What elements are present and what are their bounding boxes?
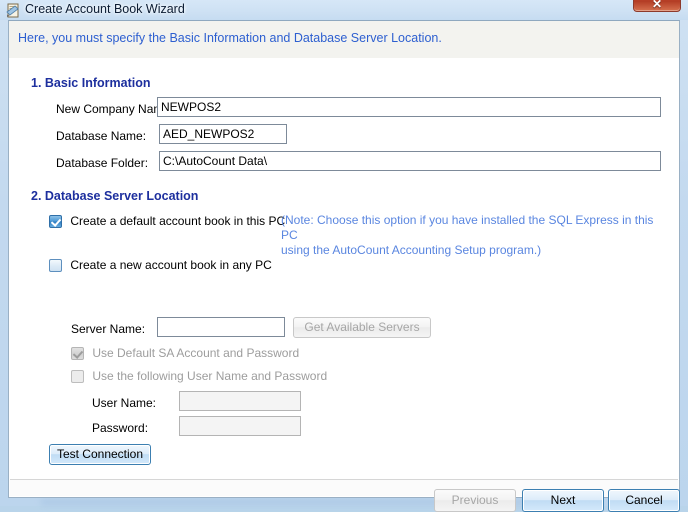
checkbox-use-following-credentials: Use the following User Name and Password: [71, 369, 327, 383]
server-name-input[interactable]: [157, 317, 285, 337]
new-company-name-input[interactable]: [157, 97, 661, 117]
cancel-button[interactable]: Cancel: [608, 489, 680, 512]
next-label: Next: [550, 493, 576, 507]
user-name-input: [179, 391, 301, 411]
section-heading-basic-information: 1. Basic Information: [31, 76, 151, 90]
close-button[interactable]: ✕: [633, 0, 681, 12]
label-password: Password:: [92, 421, 149, 435]
label-user-name: User Name:: [92, 396, 157, 410]
label-new-company-name: New Company Name:: [56, 102, 174, 116]
get-available-servers-button: Get Available Servers: [293, 317, 431, 338]
checkbox-box-use-default-sa-account: [71, 347, 84, 360]
password-input: [179, 416, 301, 436]
window-title: Create Account Book Wizard: [25, 2, 185, 16]
checkbox-label-new-account-book-any-pc: Create a new account book in any PC: [70, 258, 272, 272]
checkbox-label-use-default-sa-account: Use Default SA Account and Password: [92, 346, 300, 360]
previous-label: Previous: [451, 493, 499, 507]
dialog-client-area: Here, you must specify the Basic Informa…: [8, 20, 680, 512]
checkbox-create-new-account-book-any-pc[interactable]: Create a new account book in any PC: [49, 258, 272, 272]
get-available-servers-label: Get Available Servers: [304, 320, 420, 334]
wizard-document-icon: [6, 3, 21, 18]
dialog-body: 1. Basic Information New Company Name: D…: [9, 59, 680, 512]
checkbox-box-use-following-credentials: [71, 370, 84, 383]
section-heading-database-server-location: 2. Database Server Location: [31, 189, 199, 203]
checkbox-create-default-account-book[interactable]: Create a default account book in this PC: [49, 214, 285, 228]
note-sql-express: (Note: Choose this option if you have in…: [281, 213, 671, 258]
database-folder-input[interactable]: [159, 151, 661, 171]
test-connection-label: Test Connection: [56, 447, 144, 461]
checkbox-label-default-account-book: Create a default account book in this PC: [70, 214, 286, 228]
label-database-name: Database Name:: [56, 129, 147, 143]
note-line-1: (Note: Choose this option if you have in…: [281, 213, 654, 242]
label-server-name: Server Name:: [71, 322, 146, 336]
checkbox-box-default-account-book[interactable]: [49, 215, 62, 228]
test-connection-button[interactable]: Test Connection: [49, 444, 151, 465]
checkbox-label-use-following-credentials: Use the following User Name and Password: [92, 369, 328, 383]
label-database-folder: Database Folder:: [56, 156, 149, 170]
database-name-input[interactable]: [159, 124, 287, 144]
close-icon: ✕: [651, 0, 663, 11]
footer-bar: Previous Next Cancel: [10, 480, 680, 512]
checkbox-box-new-account-book-any-pc[interactable]: [49, 259, 62, 272]
instruction-banner: Here, you must specify the Basic Informa…: [9, 21, 679, 59]
instruction-text: Here, you must specify the Basic Informa…: [18, 31, 442, 45]
note-line-2: using the AutoCount Accounting Setup pro…: [281, 243, 542, 257]
checkbox-use-default-sa-account: Use Default SA Account and Password: [71, 346, 299, 360]
next-button[interactable]: Next: [522, 489, 604, 512]
cancel-label: Cancel: [625, 493, 663, 507]
previous-button: Previous: [434, 489, 516, 512]
dialog-window: Create Account Book Wizard ✕ Here, you m…: [0, 0, 688, 512]
title-bar: Create Account Book Wizard ✕: [0, 0, 688, 20]
